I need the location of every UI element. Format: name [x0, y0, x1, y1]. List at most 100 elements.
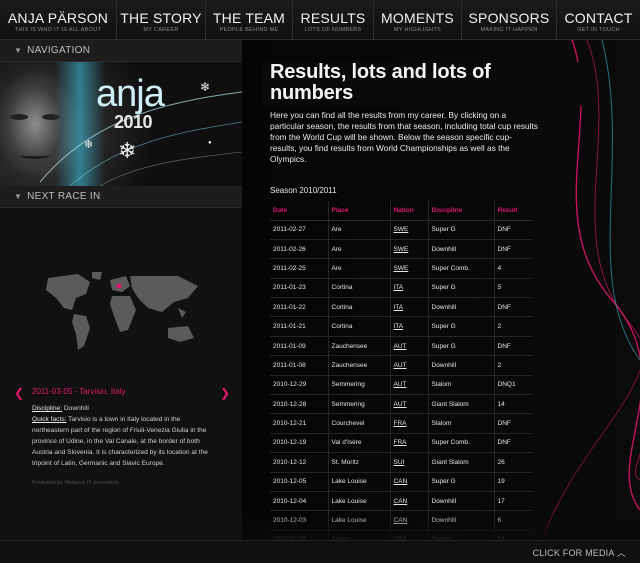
cell-nation[interactable]: ITA: [390, 316, 429, 337]
cell-discipline: Downhill: [428, 297, 495, 318]
cell-place: Semmering: [328, 394, 391, 415]
cell-place: Courchevel: [328, 413, 391, 434]
cell-nation[interactable]: SWE: [390, 239, 429, 260]
cell-date: 2010-12-19: [270, 433, 329, 454]
nav-title: THE TEAM: [212, 10, 286, 26]
left-sidebar: ▼ NAVIGATION anja 2010 ❄ ❄ ❄ ● ▼ NEXT RA…: [0, 40, 242, 540]
cell-nation[interactable]: SWE: [390, 258, 429, 279]
nav-subtitle: MAKING IT HAPPEN: [480, 27, 538, 33]
content-fade: [242, 512, 640, 540]
snowflake-icon: ❄: [118, 138, 137, 163]
next-race-panel: ❮ 2011-03-05 - Tarvisio, Italy ❯ Discipl…: [0, 208, 242, 540]
nav-subtitle: THIS IS WHO IT IS ALL ABOUT: [14, 27, 102, 33]
cell-nation[interactable]: ITA: [390, 278, 429, 299]
table-row: 2010-12-05 Lake Louise CAN Super G 19: [270, 472, 532, 492]
nav-subtitle: MY CAREER: [143, 27, 179, 33]
nav-item-results[interactable]: RESULTS LOTS OF NUMBERS: [293, 0, 374, 40]
cell-date: 2011-01-23: [270, 278, 329, 299]
cell-date: 2010-12-12: [270, 452, 329, 473]
cell-nation[interactable]: AUT: [390, 336, 429, 357]
cell-result: DNF: [494, 413, 532, 434]
column-header-date: Date: [270, 201, 329, 221]
cell-nation[interactable]: ITA: [390, 297, 429, 318]
main-content: Results, lots and lots of numbers Here y…: [242, 40, 640, 540]
nav-item-moments[interactable]: MOMENTS MY HIGHLIGHTS: [374, 0, 462, 40]
next-race-toggle[interactable]: ▼ NEXT RACE IN: [0, 186, 242, 208]
cell-result: DNF: [494, 336, 532, 357]
table-row: 2011-01-21 Cortina ITA Super G2: [270, 316, 532, 337]
snowflake-icon: ❄: [84, 139, 94, 151]
cell-place: Are: [328, 239, 391, 260]
cell-discipline: Slalom: [428, 375, 495, 396]
next-race-arrow-icon[interactable]: ❯: [220, 386, 230, 400]
cell-discipline: Slalom: [428, 413, 495, 434]
top-navigation: ANJA PÄRSON THIS IS WHO IT IS ALL ABOUT …: [0, 0, 640, 40]
hero-name: anja: [96, 73, 165, 115]
cell-nation[interactable]: AUT: [390, 375, 429, 396]
cell-discipline: Super G: [428, 278, 495, 299]
navigation-toggle[interactable]: ▼ NAVIGATION: [0, 40, 242, 62]
nav-title: ANJA PÄRSON: [7, 10, 109, 26]
next-race-label: NEXT RACE IN: [27, 191, 101, 202]
nav-title: THE STORY: [120, 10, 202, 26]
cell-place: Cortina: [328, 297, 391, 318]
nav-item-the-story[interactable]: THE STORY MY CAREER: [117, 0, 206, 40]
discipline-value: Downhill: [63, 405, 89, 412]
cell-date: 2010-12-28: [270, 394, 329, 415]
cell-nation[interactable]: AUT: [390, 355, 429, 376]
cell-discipline: Super G: [428, 472, 495, 492]
nav-title: RESULTS: [300, 10, 366, 26]
table-header-row: Date Place Nation Discipline Result: [270, 201, 532, 221]
race-info: Discipline: Downhill Quick facts: Tarvis…: [32, 403, 217, 469]
nav-item-the-team[interactable]: THE TEAM PEOPLE BEHIND ME: [206, 0, 293, 40]
previous-race-arrow-icon[interactable]: ❮: [14, 386, 24, 400]
quick-facts-label: Quick facts:: [32, 416, 67, 423]
nav-item-sponsors[interactable]: SPONSORS MAKING IT HAPPEN: [462, 0, 557, 40]
nav-title: CONTACT: [564, 10, 633, 26]
hero-year: 2010: [114, 112, 153, 132]
cell-result: 17: [494, 491, 532, 512]
cell-date: 2010-12-21: [270, 413, 329, 434]
nav-subtitle: GET IN TOUCH: [577, 27, 620, 33]
cell-nation[interactable]: AUT: [390, 394, 429, 415]
quick-facts-text: Tarvisio is a town in Italy located in t…: [32, 416, 208, 467]
table-row: 2011-02-27 Are SWE Super G DNF: [270, 220, 532, 240]
cell-nation[interactable]: FRA: [390, 413, 429, 434]
cell-date: 2011-02-25: [270, 258, 329, 279]
cell-discipline: Giant Slalom: [428, 452, 495, 473]
cell-nation[interactable]: SUI: [390, 452, 429, 473]
cell-nation[interactable]: CAN: [390, 491, 429, 512]
cell-result: 5: [494, 278, 532, 299]
table-row: 2011-01-09 Zauchensee AUT Super G DNF: [270, 336, 532, 357]
table-row: 2011-01-23 Cortina ITA Super G5: [270, 278, 532, 299]
cell-nation[interactable]: CAN: [390, 472, 429, 492]
cell-nation[interactable]: FRA: [390, 433, 429, 454]
table-row: 2010-12-21 Courchevel FRA Slalom DNF: [270, 413, 532, 434]
results-table-body: 2011-02-27 Are SWE Super G DNF 2011-02-26 Are S…: [270, 220, 532, 540]
nav-item-home[interactable]: ANJA PÄRSON THIS IS WHO IT IS ALL ABOUT: [0, 0, 117, 40]
cell-place: Lake Louise: [328, 491, 391, 512]
chevron-down-icon: ▼: [14, 46, 23, 55]
cell-date: 2010-12-29: [270, 375, 329, 396]
table-row: 2011-02-25 Are SWE Super Comb. 4: [270, 258, 532, 279]
season-label: Season 2010/2011: [270, 186, 337, 195]
table-row: 2010-12-29 Semmering AUT Slalom DNQ1: [270, 375, 532, 396]
discipline-label: Discipline:: [32, 405, 63, 412]
navigation-label: NAVIGATION: [27, 45, 91, 56]
cell-place: Semmering: [328, 375, 391, 396]
cell-discipline: Super G: [428, 316, 495, 337]
cell-discipline: Super Comb.: [428, 433, 495, 454]
nav-item-contact[interactable]: CONTACT GET IN TOUCH: [557, 0, 640, 40]
cell-place: Are: [328, 220, 391, 240]
cell-discipline: Downhill: [428, 491, 495, 512]
snowflake-icon: ●: [208, 140, 212, 146]
nav-title: MOMENTS: [381, 10, 454, 26]
table-row: 2011-01-08 Zauchensee AUT Downhill 2: [270, 355, 532, 376]
cell-date: 2011-02-26: [270, 239, 329, 260]
click-for-media-button[interactable]: CLICK FOR MEDIA ︿: [533, 546, 626, 559]
produced-by: Produced by Metacue IT Innovation: [32, 480, 119, 486]
cell-date: 2011-01-21: [270, 316, 329, 337]
cell-nation[interactable]: SWE: [390, 220, 429, 240]
chevron-up-icon: ︿: [616, 548, 626, 558]
cell-discipline: Super G: [428, 336, 495, 357]
